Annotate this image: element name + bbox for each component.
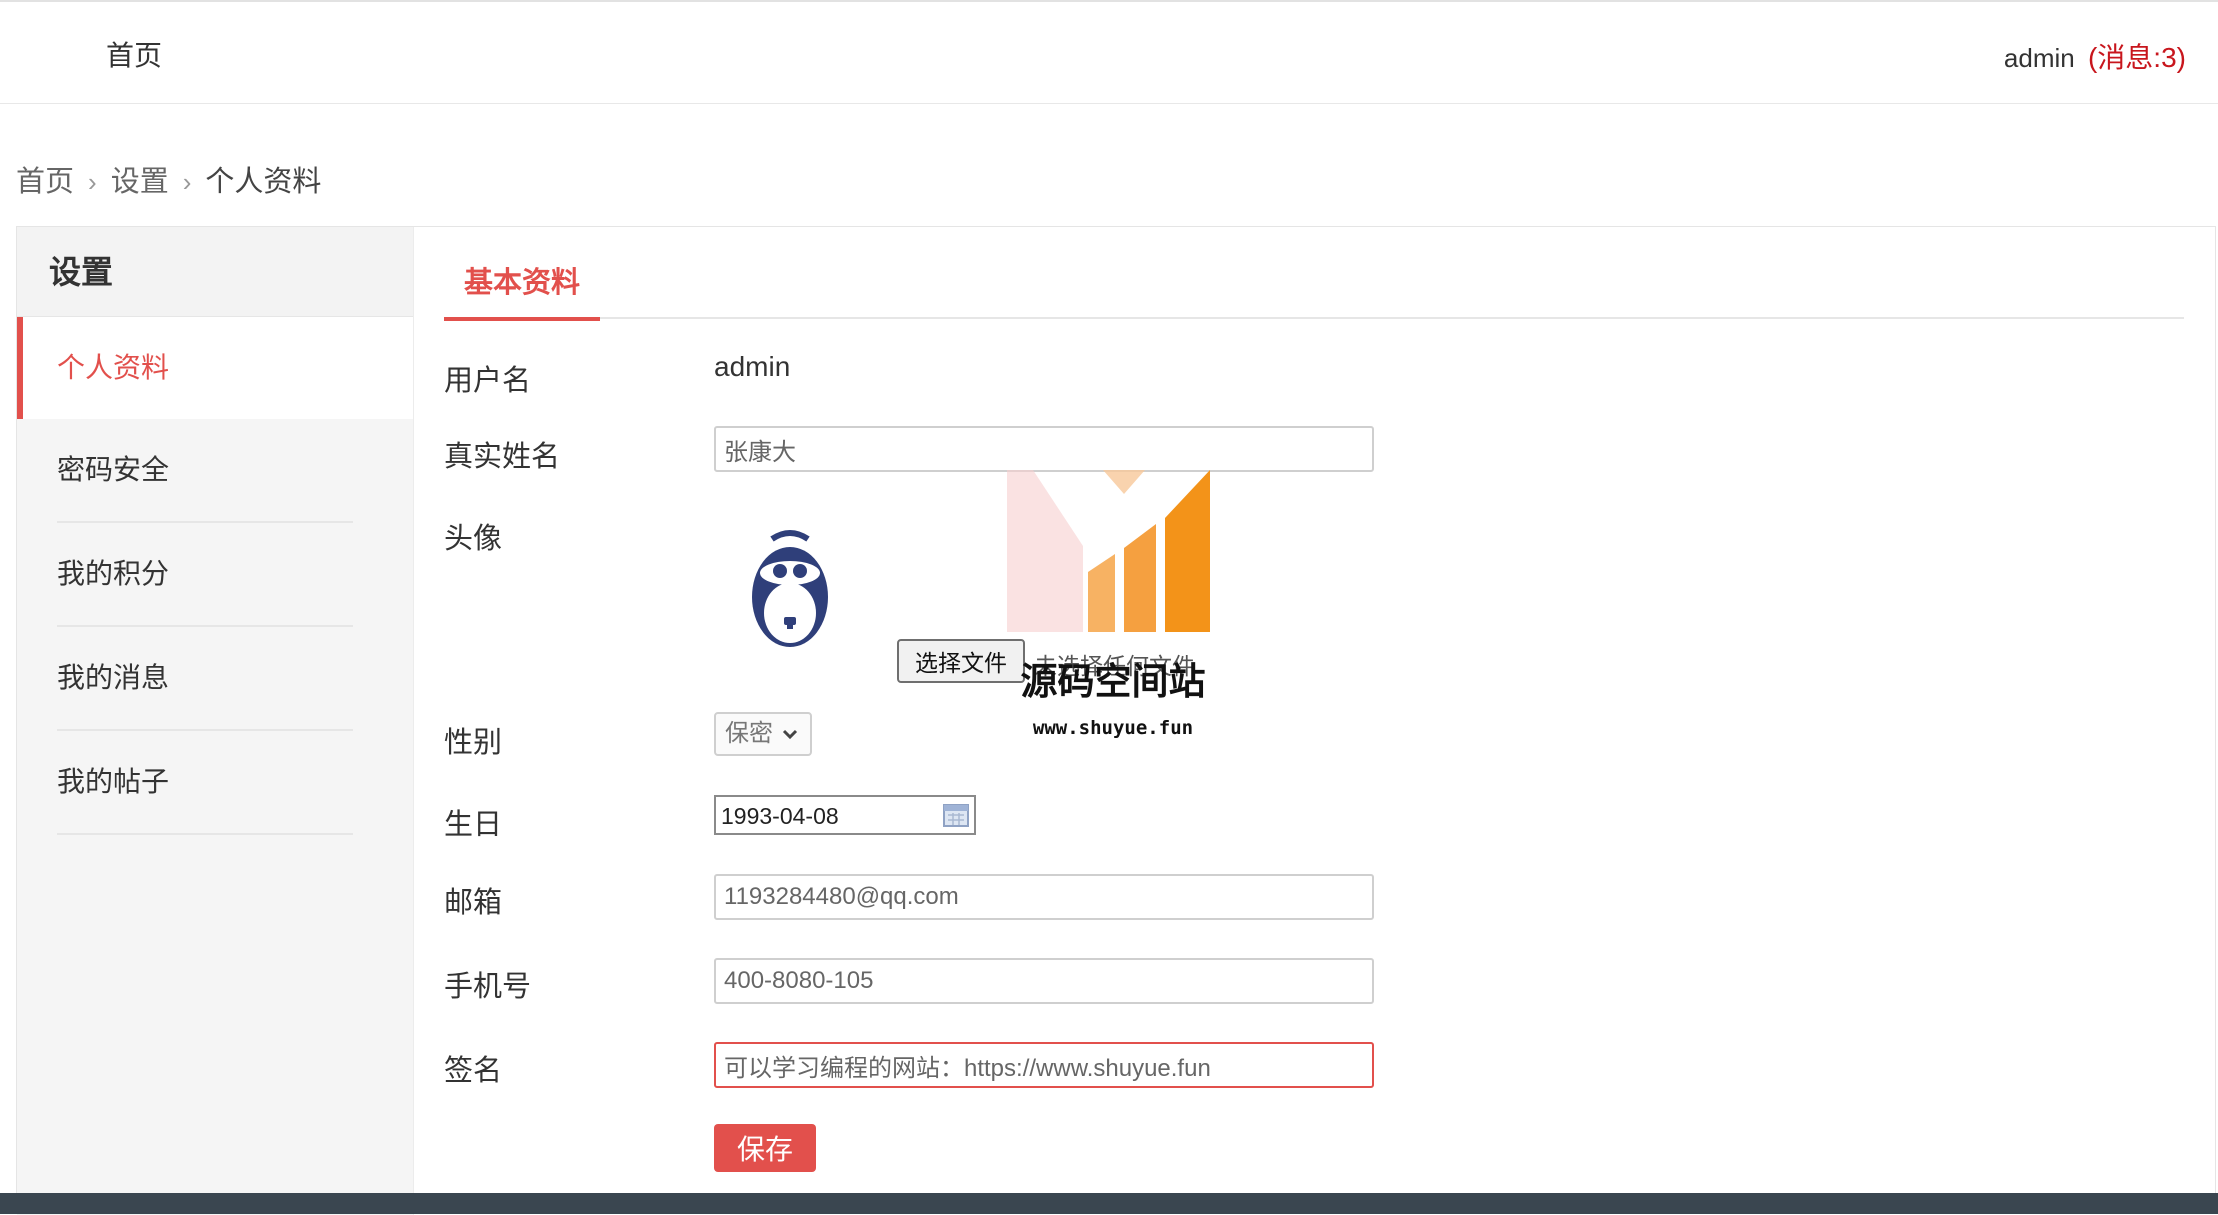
phone-label: 手机号 [444,971,532,1003]
avatar-monkey-icon [752,530,828,647]
tab-basic-info[interactable]: 基本资料 [444,259,601,321]
breadcrumb-separator: › [182,167,192,197]
email-input[interactable] [714,874,1374,920]
birthday-input[interactable]: 1993-04-08 [714,795,976,835]
top-navbar: 首页 admin (消息:3) [0,0,2218,104]
breadcrumb-settings[interactable]: 设置 [111,166,169,198]
breadcrumb-current: 个人资料 [205,166,322,198]
realname-input[interactable] [714,426,1374,472]
sidebar-item-posts[interactable]: 我的帖子 [57,731,353,835]
gender-label: 性别 [444,727,503,759]
profile-content: 基本资料 用户名 admin 真实姓名 头像 选择文件 未选择任何文件 性别 保… [414,227,2215,1215]
chevron-down-icon [782,729,798,740]
breadcrumb: 首页 › 设置 › 个人资料 [16,158,321,200]
os-taskbar [0,1193,2218,1214]
gender-selected-value: 保密 [725,720,773,747]
username-value: admin [714,351,791,382]
settings-panel: 设置 个人资料 密码安全 我的积分 我的消息 我的帖子 基本资料 用户名 adm… [16,226,2216,1215]
sidebar-item-password[interactable]: 密码安全 [57,419,353,523]
sidebar-item-messages[interactable]: 我的消息 [57,627,353,731]
signature-input[interactable] [714,1042,1374,1088]
signature-label: 签名 [444,1055,503,1087]
username-label: 用户名 [444,365,532,397]
nav-home-link[interactable]: 首页 [106,34,162,74]
file-status-text: 未选择任何文件 [1034,653,1195,679]
breadcrumb-separator: › [88,167,97,197]
calendar-icon[interactable] [942,801,970,829]
messages-link[interactable]: (消息:3) [2088,42,2186,73]
realname-label: 真实姓名 [444,441,561,473]
phone-input[interactable] [714,958,1374,1004]
user-area: admin (消息:3) [2004,36,2186,76]
avatar-label: 头像 [444,523,503,555]
gender-select[interactable]: 保密 [714,712,812,756]
sidebar-item-points[interactable]: 我的积分 [57,523,353,627]
sidebar-title: 设置 [17,227,413,317]
save-button[interactable]: 保存 [714,1124,816,1172]
settings-sidebar: 设置 个人资料 密码安全 我的积分 我的消息 我的帖子 [17,227,414,1215]
choose-file-button[interactable]: 选择文件 [897,639,1025,683]
birthday-label: 生日 [444,809,503,841]
birthday-value: 1993-04-08 [721,803,839,829]
breadcrumb-home[interactable]: 首页 [16,166,74,198]
email-label: 邮箱 [444,887,503,919]
tab-bar: 基本资料 [444,227,2184,321]
username-link[interactable]: admin [2004,43,2075,73]
sidebar-item-profile[interactable]: 个人资料 [17,317,413,419]
